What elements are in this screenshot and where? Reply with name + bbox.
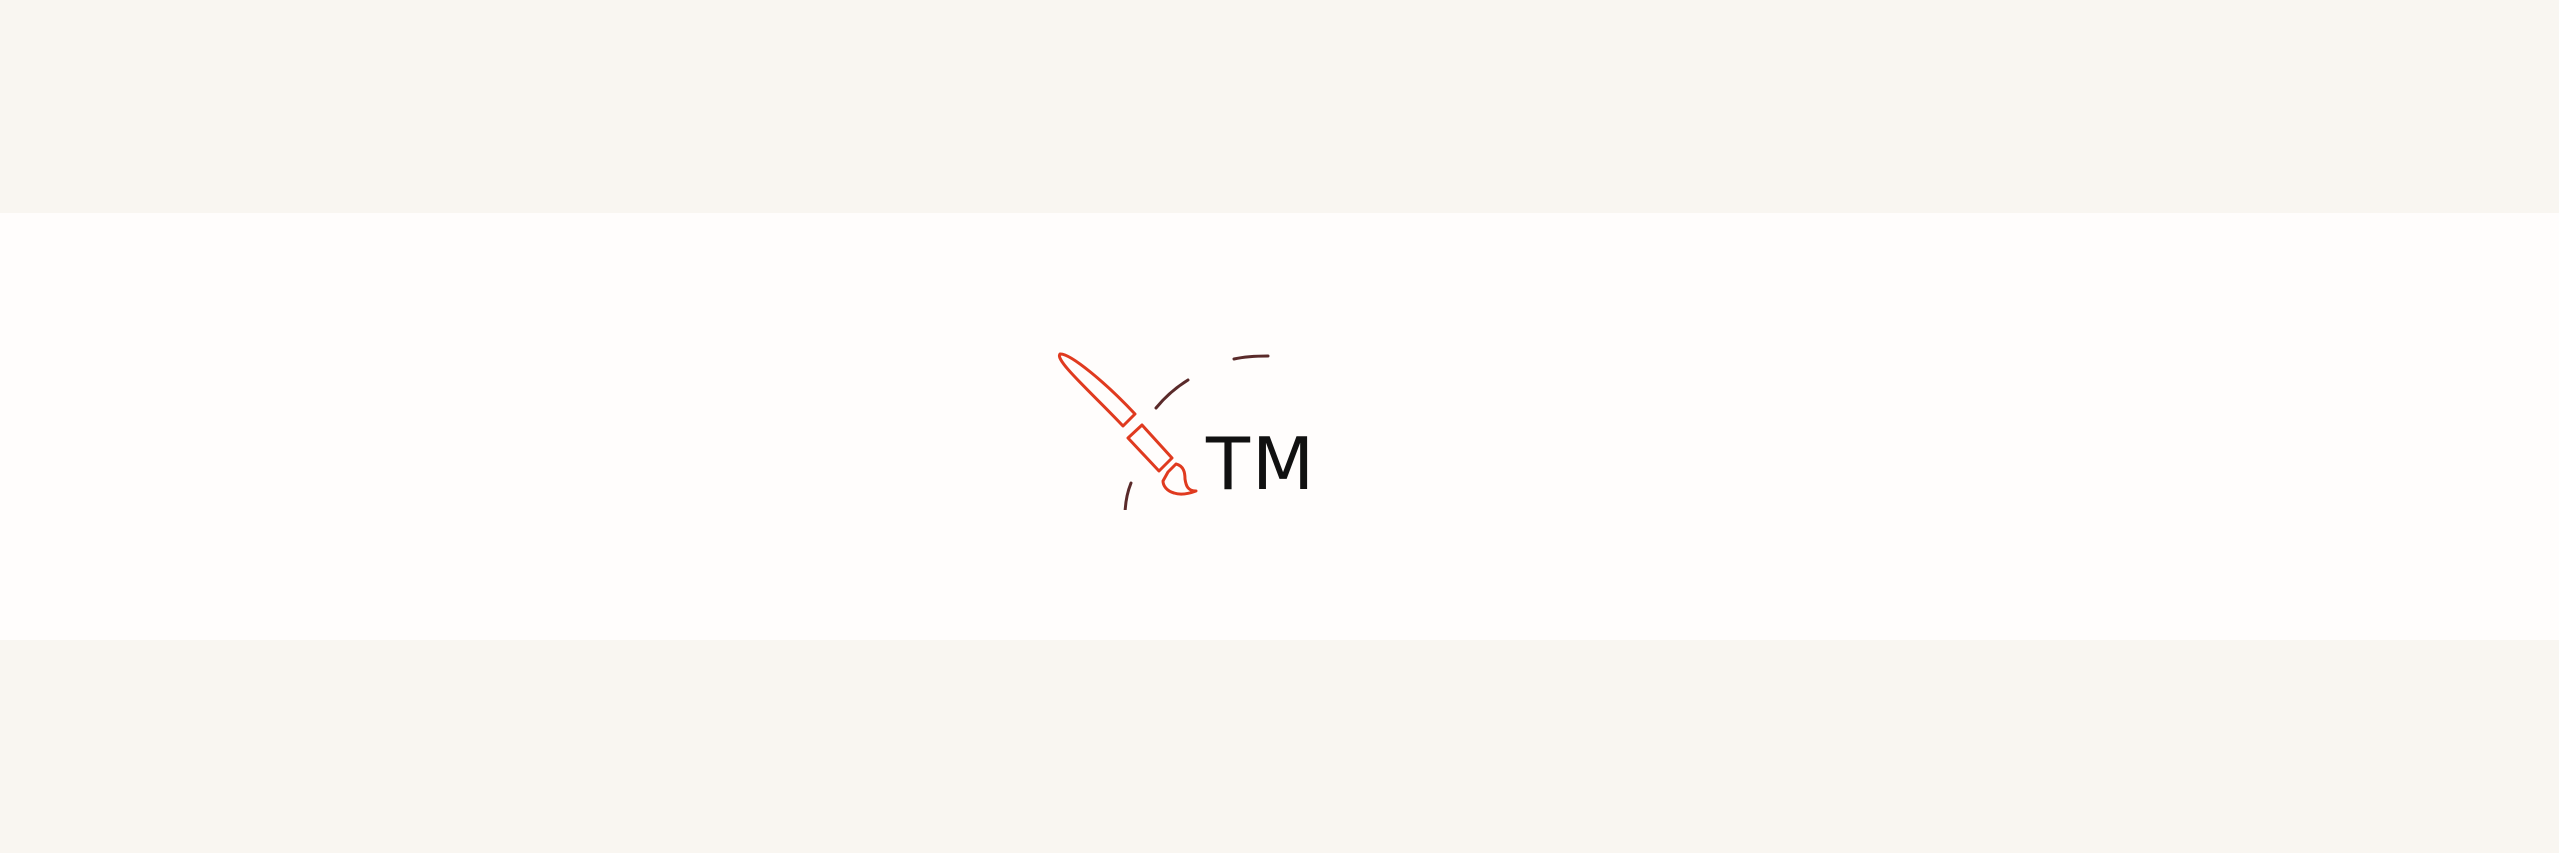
top-band (0, 0, 2559, 213)
brush-tip (1161, 462, 1198, 496)
logo: TM (1050, 340, 1350, 510)
arc-segment-1 (1123, 481, 1133, 510)
brush-handle (1057, 352, 1137, 428)
arc-segment-3 (1232, 354, 1270, 361)
brush-ferrule (1126, 423, 1174, 473)
bottom-band (0, 640, 2559, 853)
logo-text: TM (1206, 422, 1317, 506)
arc-segment-2 (1154, 378, 1190, 410)
